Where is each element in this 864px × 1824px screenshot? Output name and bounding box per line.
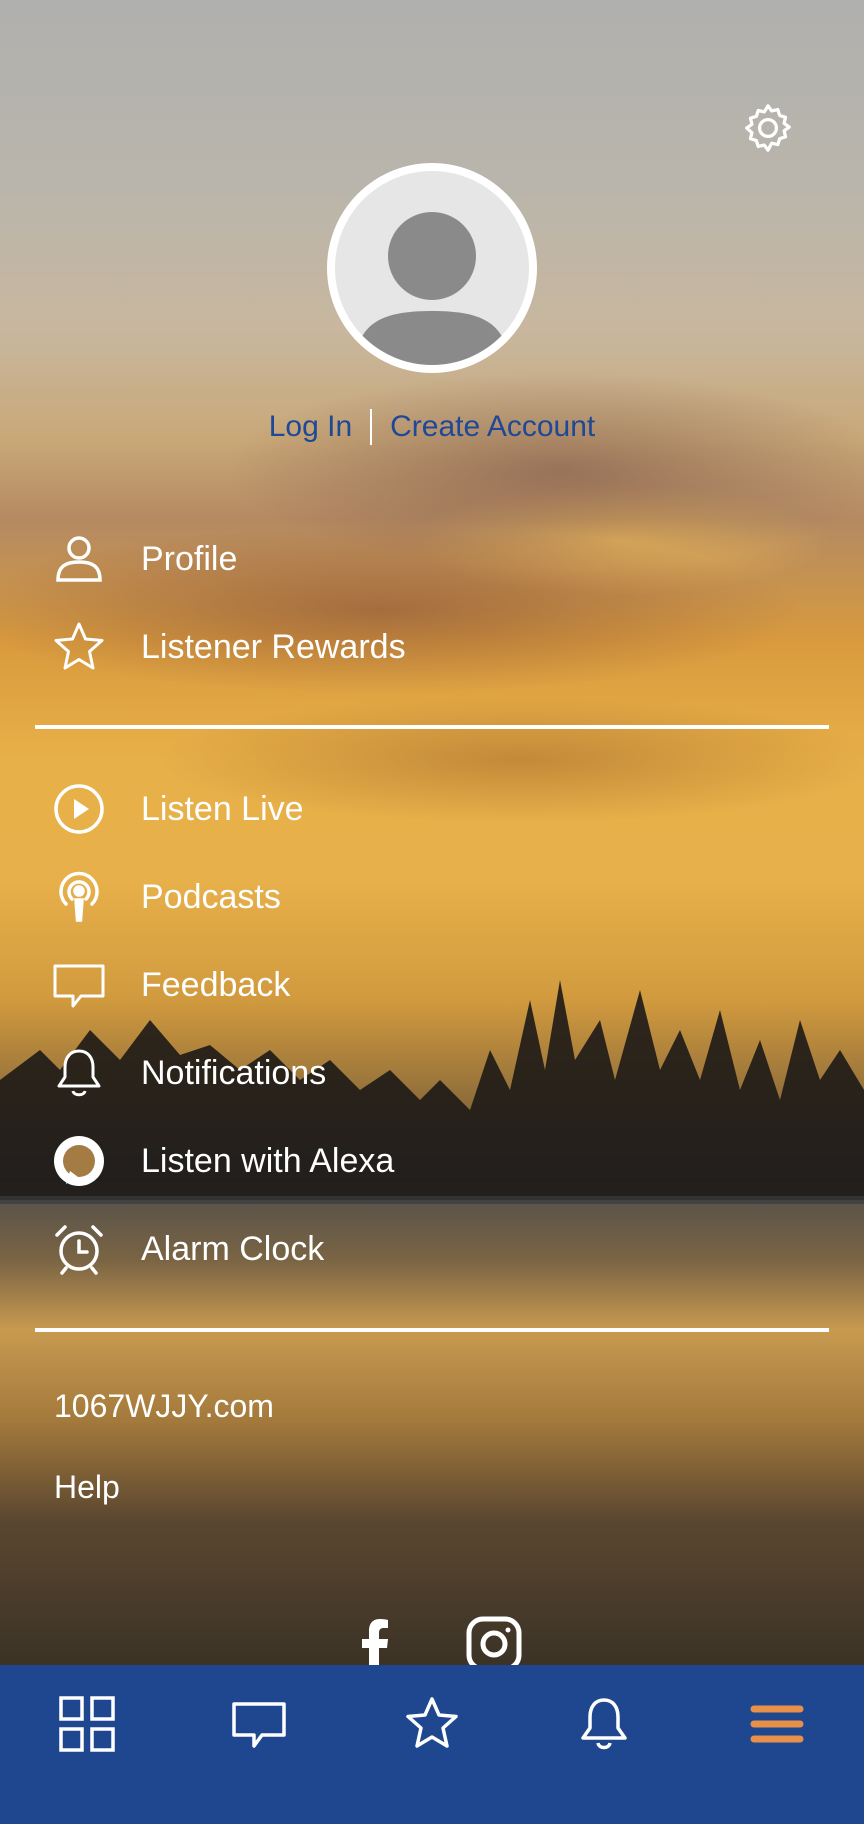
menu-item-label: Feedback bbox=[141, 965, 291, 1004]
bell-icon[interactable] bbox=[573, 1693, 635, 1755]
menu-item-label: Notifications bbox=[141, 1053, 327, 1092]
menu-item-feedback[interactable]: Feedback bbox=[52, 953, 812, 1017]
menu-item-label: Listen Live bbox=[141, 789, 304, 828]
star-icon bbox=[52, 620, 106, 674]
menu-item-label: Profile bbox=[141, 539, 238, 578]
login-link[interactable]: Log In bbox=[269, 410, 352, 444]
section-divider bbox=[35, 725, 829, 729]
auth-links: Log In Create Account bbox=[0, 405, 864, 449]
menu-item-profile[interactable]: Profile bbox=[52, 527, 812, 591]
avatar[interactable] bbox=[327, 163, 537, 373]
bell-icon bbox=[52, 1046, 106, 1100]
menu-item-label: Listener Rewards bbox=[141, 627, 406, 666]
menu-item-listen-live[interactable]: Listen Live bbox=[52, 777, 812, 841]
menu-icon[interactable] bbox=[746, 1693, 808, 1755]
auth-divider bbox=[370, 409, 373, 445]
bottom-tab-bar bbox=[0, 1665, 864, 1824]
menu-item-listener-rewards[interactable]: Listener Rewards bbox=[52, 615, 812, 679]
menu-item-podcasts[interactable]: Podcasts bbox=[52, 865, 812, 929]
instagram-icon[interactable] bbox=[464, 1614, 524, 1666]
person-icon bbox=[52, 532, 106, 586]
podcast-icon bbox=[52, 870, 106, 924]
alarm-clock-icon bbox=[52, 1222, 106, 1276]
settings-gear-icon[interactable] bbox=[740, 100, 796, 156]
menu-item-alarm-clock[interactable]: Alarm Clock bbox=[52, 1217, 812, 1281]
help-link[interactable]: Help bbox=[54, 1469, 120, 1506]
section-divider bbox=[35, 1328, 829, 1332]
menu-item-label: Podcasts bbox=[141, 877, 281, 916]
menu-item-label: Listen with Alexa bbox=[141, 1141, 395, 1180]
website-link[interactable]: 1067WJJY.com bbox=[54, 1388, 274, 1425]
alexa-icon bbox=[52, 1134, 106, 1188]
default-avatar-icon bbox=[335, 171, 529, 365]
create-account-link[interactable]: Create Account bbox=[390, 410, 595, 444]
star-icon[interactable] bbox=[401, 1693, 463, 1755]
menu-item-label: Alarm Clock bbox=[141, 1229, 325, 1268]
play-circle-icon bbox=[52, 782, 106, 836]
grid-icon[interactable] bbox=[56, 1693, 118, 1755]
facebook-icon[interactable] bbox=[346, 1614, 406, 1666]
menu-item-notifications[interactable]: Notifications bbox=[52, 1041, 812, 1105]
menu-item-listen-with-alexa[interactable]: Listen with Alexa bbox=[52, 1129, 812, 1193]
chat-icon[interactable] bbox=[228, 1693, 290, 1755]
chat-icon bbox=[52, 958, 106, 1012]
